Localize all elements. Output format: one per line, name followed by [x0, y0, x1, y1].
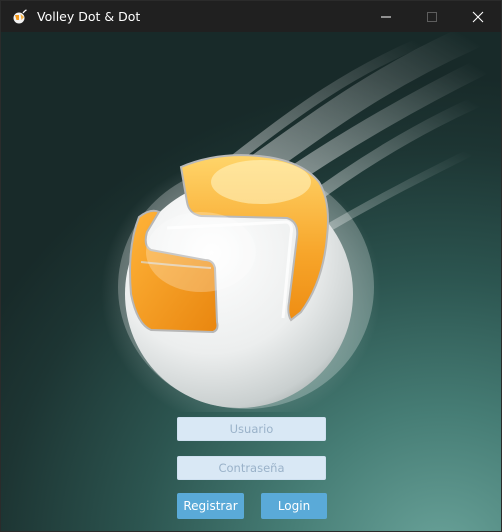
window-controls [363, 1, 501, 32]
app-window: Volley Dot & Dot Usuario Registrar Login [0, 0, 502, 532]
volleyball-icon [13, 8, 27, 23]
register-button[interactable]: Registrar [177, 493, 244, 519]
window-title: Volley Dot & Dot [37, 9, 141, 24]
maximize-icon [427, 11, 437, 22]
close-icon [472, 11, 484, 22]
maximize-button[interactable] [409, 1, 455, 32]
login-screen: Registrar Login [1, 32, 501, 531]
login-form: Registrar Login [1, 32, 501, 531]
password-input[interactable] [177, 456, 326, 480]
close-button[interactable] [455, 1, 501, 32]
minimize-button[interactable] [363, 1, 409, 32]
title-bar[interactable]: Volley Dot & Dot [1, 1, 501, 32]
login-button[interactable]: Login [261, 493, 327, 519]
username-input[interactable] [177, 417, 326, 441]
minimize-icon [381, 16, 391, 17]
